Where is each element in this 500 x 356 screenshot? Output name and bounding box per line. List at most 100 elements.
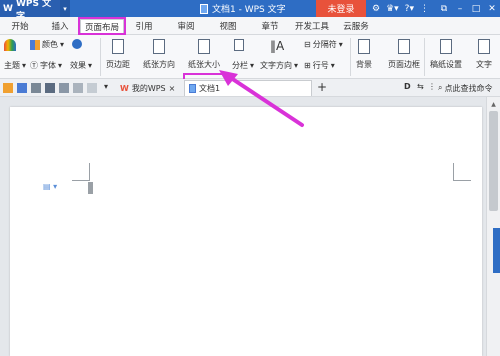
- help-icon[interactable]: ?▾: [405, 4, 414, 14]
- line-numbers-icon: ⊞: [304, 61, 311, 70]
- document-tab-label: 文档1: [199, 84, 221, 93]
- more-icon[interactable]: ⋮: [420, 4, 429, 14]
- draft-paper-button[interactable]: 稿纸设置: [430, 39, 462, 70]
- columns-icon-button[interactable]: [234, 39, 244, 51]
- ribbon-divider-3: [424, 38, 425, 76]
- crop-mark-top-right-v: [453, 163, 454, 181]
- doc-mode-icon[interactable]: D: [404, 82, 411, 91]
- fonts-button[interactable]: Ⓣ 字体 ▾: [30, 60, 62, 71]
- document-tab-icon: [189, 84, 196, 93]
- titlebar-tools: ⚙ ♛▾ ?▾ ⋮: [372, 0, 429, 17]
- options-icon[interactable]: ⋮: [428, 82, 436, 91]
- command-search[interactable]: ⌕ 点此查找命令: [438, 81, 498, 95]
- close-tab-icon[interactable]: ×: [169, 84, 176, 93]
- theme-label: 主题: [4, 61, 20, 70]
- save-as-icon[interactable]: [31, 83, 41, 93]
- draft-paper-icon: [440, 39, 452, 54]
- restore-layout-icon[interactable]: ⧉: [436, 0, 452, 17]
- wps-app-menu-button[interactable]: W WPS 文字: [0, 0, 60, 22]
- page-border-label: 页面边框: [388, 60, 420, 69]
- tab-references[interactable]: 引用: [130, 19, 158, 33]
- margins-icon: [112, 39, 124, 54]
- ribbon: 主题 ▾ 颜色 ▾ Ⓣ 字体 ▾ 效果 ▾ 页边距 纸张方向 纸张大小 分栏 ▾ ‖A 文…: [0, 35, 500, 107]
- tab-review[interactable]: 审阅: [172, 19, 200, 33]
- page-border-button[interactable]: 页面边框: [388, 39, 420, 70]
- scroll-thumb[interactable]: [489, 111, 498, 211]
- print-icon[interactable]: [45, 83, 55, 93]
- document-title: 文档1 - WPS 文字: [212, 5, 286, 15]
- wps-logo-icon: W: [3, 3, 13, 14]
- menu-tabs: 开始 插入 页面布局 引用 审阅 视图 章节 开发工具 云服务: [0, 17, 500, 35]
- save-icon[interactable]: [17, 83, 27, 93]
- document-page[interactable]: ▤ ▾: [10, 107, 482, 356]
- document-canvas: ▤ ▾: [0, 97, 486, 356]
- settings-icon[interactable]: ⚙: [372, 4, 380, 14]
- text-button[interactable]: 文字: [476, 39, 492, 70]
- text-icon: [478, 39, 490, 54]
- open-icon[interactable]: [3, 83, 13, 93]
- effects-button[interactable]: [72, 39, 82, 49]
- breaks-button[interactable]: ⊟ 分隔符 ▾: [304, 39, 343, 50]
- tab-highlight-box: [78, 17, 126, 35]
- crop-mark-top-right-h: [454, 180, 471, 181]
- my-wps-label: 我的WPS: [131, 83, 166, 93]
- background-button[interactable]: 背景: [356, 39, 372, 70]
- tab-list-icon[interactable]: ⇆: [417, 82, 424, 91]
- text-direction-icon-button[interactable]: ‖A: [270, 39, 284, 53]
- effects-icon: [72, 39, 82, 49]
- tab-my-wps[interactable]: W 我的WPS ×: [116, 80, 179, 96]
- background-icon: [358, 39, 370, 54]
- text-label: 文字: [476, 60, 492, 69]
- search-icon: ⌕: [438, 83, 443, 92]
- window-controls: ⧉ – □ ✕: [436, 0, 500, 17]
- margins-button[interactable]: 页边距: [106, 39, 130, 70]
- orientation-button[interactable]: 纸张方向: [143, 39, 175, 70]
- ribbon-divider-2: [350, 38, 351, 76]
- margins-label: 页边距: [106, 60, 130, 69]
- login-button[interactable]: 未登录: [316, 0, 366, 17]
- side-panel-tab[interactable]: [493, 228, 500, 273]
- maximize-button[interactable]: □: [468, 0, 484, 17]
- ribbon-divider: [100, 38, 101, 76]
- paragraph-layout-icon[interactable]: ▤ ▾: [43, 182, 57, 191]
- text-direction-button[interactable]: 文字方向 ▾: [260, 60, 298, 71]
- draft-paper-label: 稿纸设置: [430, 60, 462, 69]
- breaks-icon: ⊟: [304, 40, 311, 49]
- add-tab-button[interactable]: +: [317, 80, 327, 94]
- theme-icon: [4, 39, 16, 51]
- tab-start[interactable]: 开始: [6, 19, 34, 33]
- columns-button[interactable]: 分栏 ▾: [232, 60, 254, 71]
- orientation-label: 纸张方向: [143, 60, 175, 69]
- colors-icon: [30, 39, 40, 50]
- tab-document-1[interactable]: 文档1: [184, 80, 312, 96]
- minimize-button[interactable]: –: [452, 0, 468, 17]
- scroll-up-icon[interactable]: ▲: [487, 99, 500, 109]
- breaks-label: 分隔符: [312, 40, 337, 49]
- tab-developer[interactable]: 开发工具: [290, 19, 334, 33]
- app-menu-dropdown-icon[interactable]: ▾: [60, 0, 70, 17]
- quick-access-bar: ▾ W 我的WPS × 文档1 + D ⇆ ⋮ ⌕ 点此查找命令: [0, 79, 500, 97]
- theme-button[interactable]: [4, 39, 16, 51]
- tab-insert[interactable]: 插入: [46, 19, 74, 33]
- orientation-icon: [153, 39, 165, 54]
- skin-icon[interactable]: ♛▾: [386, 4, 399, 14]
- vertical-scrollbar[interactable]: ▲: [486, 97, 500, 356]
- fonts-icon: Ⓣ: [30, 61, 38, 70]
- effects-label-group[interactable]: 效果 ▾: [70, 60, 92, 71]
- redo-icon[interactable]: [87, 83, 97, 93]
- background-label: 背景: [356, 60, 372, 69]
- paper-size-button[interactable]: 纸张大小: [188, 39, 220, 70]
- line-numbers-button[interactable]: ⊞ 行号 ▾: [304, 60, 335, 71]
- theme-label-group[interactable]: 主题 ▾: [4, 60, 26, 71]
- colors-button[interactable]: 颜色 ▾: [30, 39, 64, 50]
- line-numbers-label: 行号: [312, 61, 329, 70]
- colors-label: 颜色: [42, 40, 58, 49]
- more-quick-dropdown-icon[interactable]: ▾: [104, 82, 108, 91]
- undo-icon[interactable]: [73, 83, 83, 93]
- tab-cloud[interactable]: 云服务: [338, 19, 374, 33]
- close-button[interactable]: ✕: [484, 0, 500, 17]
- tab-chapter[interactable]: 章节: [256, 19, 284, 33]
- print-preview-icon[interactable]: [59, 83, 69, 93]
- tab-view[interactable]: 视图: [214, 19, 242, 33]
- document-icon: [200, 3, 208, 14]
